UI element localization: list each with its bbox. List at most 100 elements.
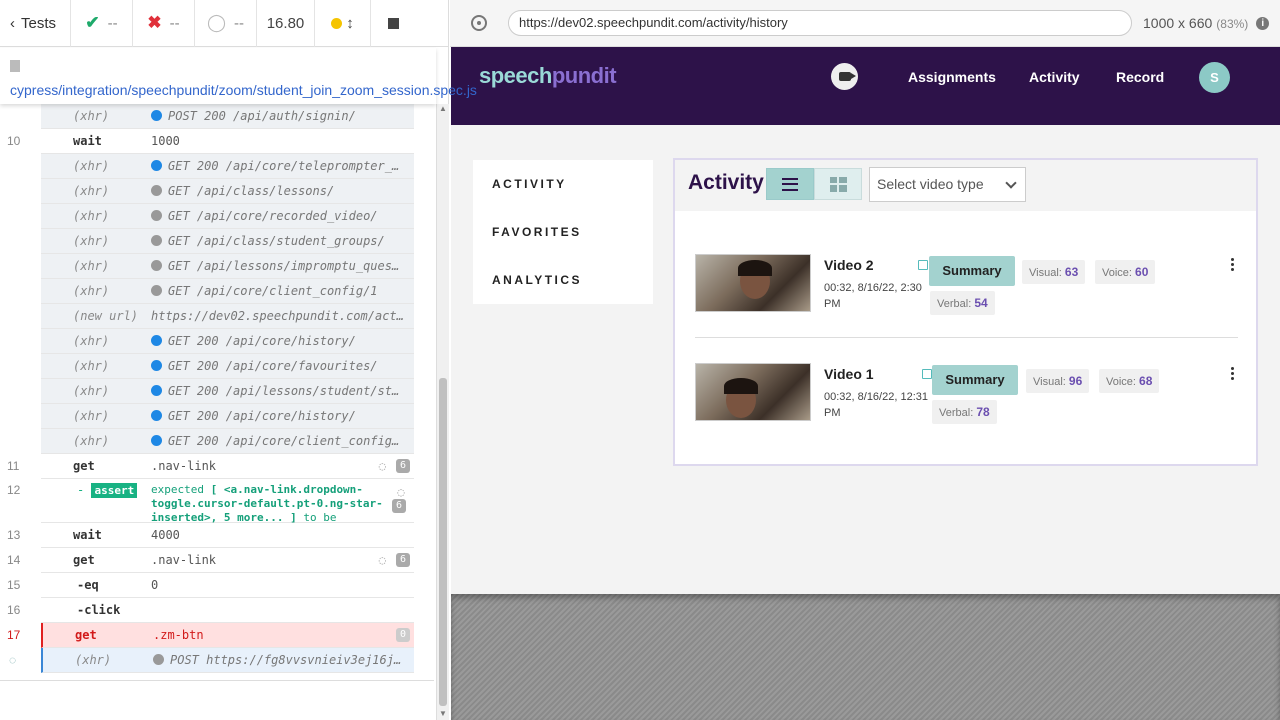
scroll-up-icon[interactable]: ▲	[439, 104, 447, 113]
command-name: (xhr)	[73, 434, 110, 448]
voice-score: Voice: 60	[1095, 260, 1156, 284]
video-type-select[interactable]: Select video type	[869, 167, 1026, 202]
status-dot-icon	[151, 435, 162, 446]
command-row[interactable]: 14 get .nav-link ◌ 6	[7, 548, 414, 573]
command-row[interactable]: (xhr) GET /api/lessons/impromptu_ques…	[41, 254, 414, 279]
spec-path-link[interactable]: cypress/integration/speechpundit/zoom/st…	[0, 48, 477, 104]
nav-assignments[interactable]: Assignments	[908, 69, 996, 85]
speechpundit-logo[interactable]: speechpundit	[479, 63, 617, 89]
command-message-text: GET 200 /api/core/teleprompter_…	[168, 159, 400, 173]
command-row[interactable]: (xhr) POST 200 /api/auth/signin/	[41, 104, 414, 129]
avatar[interactable]: S	[1199, 62, 1230, 93]
command-message: .zm-btn	[153, 628, 204, 642]
edit-icon[interactable]	[922, 369, 932, 379]
summary-button[interactable]: Summary	[929, 256, 1015, 286]
nav-record[interactable]: Record	[1116, 69, 1164, 85]
command-row[interactable]: 11 get .nav-link ◌ 6	[7, 454, 414, 479]
command-row[interactable]: 15 -eq 0	[7, 573, 414, 598]
logo-part-a: speech	[479, 63, 552, 88]
command-row[interactable]: 10 wait 1000	[7, 129, 414, 154]
command-row[interactable]: (xhr) GET 200 /api/core/history/	[41, 404, 414, 429]
command-message: GET 200 /api/core/history/	[151, 334, 414, 348]
command-message-text: GET 200 /api/core/history/	[168, 334, 356, 348]
info-icon[interactable]: i	[1256, 16, 1270, 30]
command-name: (xhr)	[73, 234, 110, 248]
video-camera-icon	[838, 72, 856, 81]
command-number: 14	[7, 553, 21, 567]
assert-command[interactable]: 12 - assert expected [ <a.nav-link.dropd…	[7, 479, 414, 538]
command-row[interactable]: (new url) https://dev02.speechpundit.com/…	[41, 304, 414, 329]
command-row[interactable]: 16 -click	[7, 598, 414, 623]
element-count-badge: 6	[396, 553, 410, 567]
eye-slash-icon[interactable]: ◌	[379, 553, 386, 567]
pending-command[interactable]: ◌ (xhr) POST https://fg8vvsvnieiv3ej16j…	[9, 648, 414, 673]
failed-command[interactable]: 17 get .zm-btn 0	[7, 623, 414, 648]
selector-playground-icon[interactable]	[471, 15, 487, 31]
command-row[interactable]: (xhr) GET 200 /api/lessons/student/st…	[41, 379, 414, 404]
runner-bottom-divider	[0, 680, 434, 681]
viewport-size: 1000 x 660	[1143, 15, 1213, 31]
video-thumbnail[interactable]	[695, 254, 811, 312]
command-name: (xhr)	[73, 159, 110, 173]
more-options-icon[interactable]	[1231, 258, 1234, 271]
command-row[interactable]: (xhr) GET /api/core/recorded_video/	[41, 204, 414, 229]
command-number: 13	[7, 528, 21, 542]
command-name: (xhr)	[73, 209, 110, 223]
video-thumbnail[interactable]	[695, 363, 811, 421]
grid-view-toggle[interactable]	[814, 168, 862, 200]
command-name: (new url)	[73, 309, 139, 323]
command-row[interactable]: (xhr) GET /api/core/client_config/1	[41, 279, 414, 304]
video-title[interactable]: Video 2	[824, 257, 874, 273]
side-item-activity[interactable]: ACTIVITY	[492, 177, 567, 191]
side-item-favorites[interactable]: FAVORITES	[492, 225, 582, 239]
command-message-text: GET 200 /api/core/client_config…	[168, 434, 400, 448]
video-meta: 00:32, 8/16/22, 2:30 PM	[824, 282, 922, 310]
status-toggle[interactable]: ↕	[315, 0, 371, 47]
more-options-icon[interactable]	[1231, 367, 1234, 380]
command-row[interactable]: 13 wait 4000	[7, 523, 414, 548]
command-row[interactable]: (xhr) GET 200 /api/core/favourites/	[41, 354, 414, 379]
command-name: (xhr)	[73, 334, 110, 348]
failed-count: --	[169, 14, 180, 32]
command-message-text: GET 200 /api/lessons/student/st…	[168, 384, 400, 398]
video-meta: 00:32, 8/16/22, 12:31 PM	[824, 391, 928, 419]
command-name: wait	[73, 528, 102, 542]
command-message-text: GET /api/class/lessons/	[168, 184, 335, 198]
video-title[interactable]: Video 1	[824, 366, 874, 382]
list-view-toggle[interactable]	[766, 168, 814, 200]
status-dot-icon	[151, 410, 162, 421]
assert-meta: ◌ 6	[392, 483, 410, 513]
command-message-text: GET /api/lessons/impromptu_ques…	[168, 259, 400, 273]
command-name: (xhr)	[73, 259, 110, 273]
duration: 16.80	[257, 0, 315, 47]
chevron-down-icon	[1005, 177, 1017, 189]
eye-slash-icon: ◌	[397, 485, 405, 499]
command-row[interactable]: (xhr) GET /api/class/lessons/	[41, 179, 414, 204]
command-row[interactable]: (xhr) GET 200 /api/core/teleprompter_…	[41, 154, 414, 179]
eye-slash-icon[interactable]: ◌	[379, 459, 386, 473]
side-item-analytics[interactable]: ANALYTICS	[492, 273, 582, 287]
summary-button[interactable]: Summary	[932, 365, 1018, 395]
aut-url[interactable]: https://dev02.speechpundit.com/activity/…	[508, 10, 1132, 36]
scroll-down-icon[interactable]: ▼	[439, 709, 447, 718]
score-label: Visual:	[1033, 376, 1066, 388]
edit-icon[interactable]	[918, 260, 928, 270]
command-log-scrollbar[interactable]: ▲ ▼	[436, 104, 449, 720]
tests-button[interactable]: ‹ Tests	[0, 0, 71, 47]
score-label: Voice:	[1106, 376, 1136, 388]
command-message: GET /api/class/lessons/	[151, 184, 414, 198]
status-dot-icon	[151, 110, 162, 121]
stop-button[interactable]	[371, 0, 415, 47]
command-message: GET /api/core/recorded_video/	[151, 209, 414, 223]
command-message-text: GET /api/class/student_groups/	[168, 234, 385, 248]
command-row[interactable]: (xhr) GET 200 /api/core/history/	[41, 329, 414, 354]
command-message: POST 200 /api/auth/signin/	[151, 109, 414, 123]
command-row[interactable]: (xhr) GET 200 /api/core/client_config…	[41, 429, 414, 454]
nav-activity[interactable]: Activity	[1029, 69, 1080, 85]
command-message-text: POST 200 /api/auth/signin/	[168, 109, 356, 123]
scrollbar-thumb[interactable]	[439, 378, 447, 706]
zoom-camera-button[interactable]	[831, 63, 858, 90]
command-row[interactable]: (xhr) GET /api/class/student_groups/	[41, 229, 414, 254]
command-message-text: .nav-link	[151, 459, 217, 473]
activity-panel: Activity Select video type Video 2 00:32…	[673, 158, 1258, 466]
